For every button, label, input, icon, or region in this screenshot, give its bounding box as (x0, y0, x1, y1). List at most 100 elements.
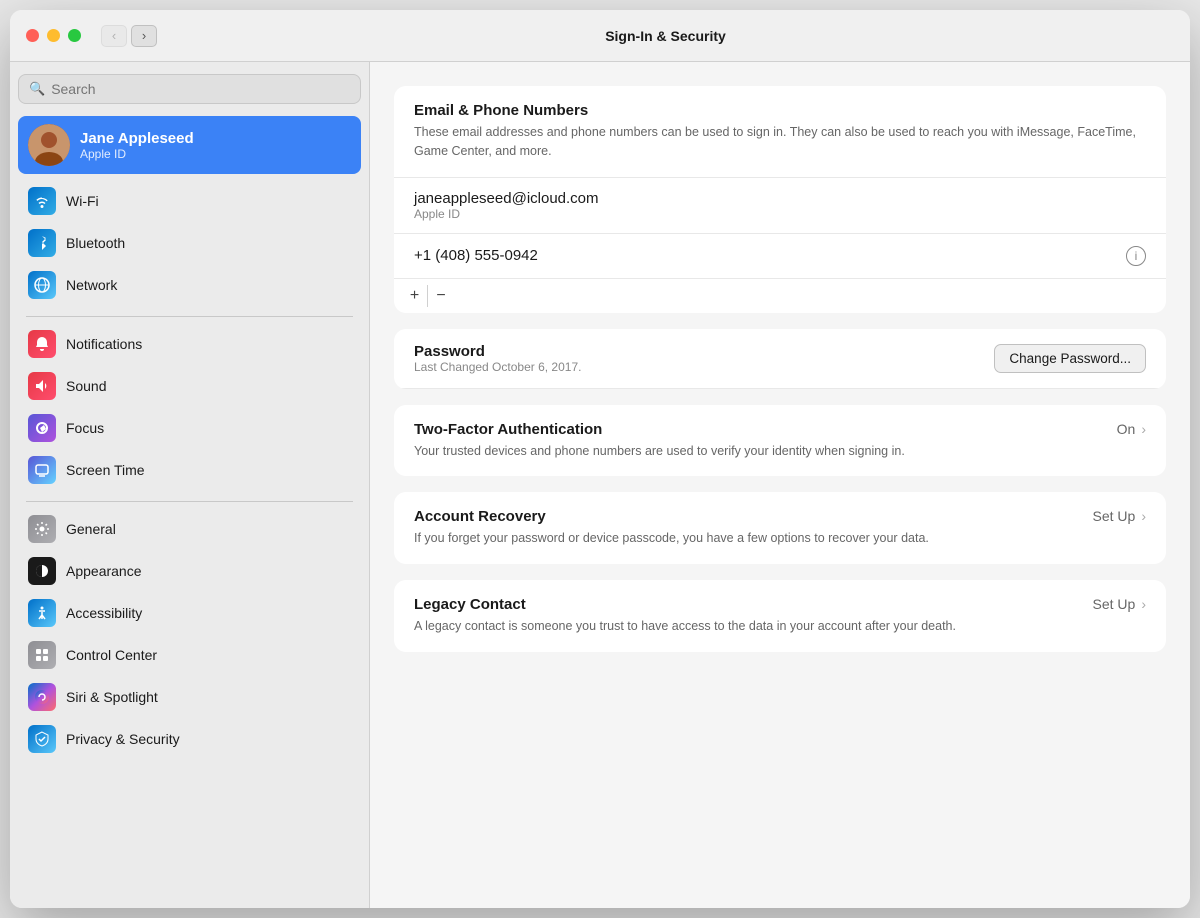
password-info: Password Last Changed October 6, 2017. (414, 343, 581, 374)
tfa-desc: Your trusted devices and phone numbers a… (414, 442, 905, 461)
legacy-title: Legacy Contact (414, 596, 956, 613)
phone-number: +1 (408) 555-0942 (414, 247, 538, 264)
chevron-right-icon: › (1141, 508, 1146, 524)
sidebar-item-label: Focus (66, 420, 104, 436)
controlcenter-icon (28, 641, 56, 669)
user-profile-item[interactable]: Jane Appleseed Apple ID (18, 116, 361, 174)
email-address: janeappleseed@icloud.com (414, 190, 1146, 207)
sidebar-section-notifications: Notifications Sound (18, 323, 361, 491)
titlebar: ‹ › Sign-In & Security (10, 10, 1190, 62)
password-row: Password Last Changed October 6, 2017. C… (394, 329, 1166, 389)
sidebar-item-general[interactable]: General (18, 508, 361, 550)
legacy-text: Legacy Contact A legacy contact is someo… (414, 596, 956, 636)
search-input[interactable] (51, 81, 350, 97)
legacy-row[interactable]: Legacy Contact A legacy contact is someo… (394, 580, 1166, 652)
recovery-setup-label: Set Up (1093, 508, 1136, 524)
add-button[interactable]: + (402, 285, 428, 307)
traffic-lights (26, 29, 81, 42)
sidebar-item-privacy[interactable]: Privacy & Security (18, 718, 361, 760)
email-phone-desc: These email addresses and phone numbers … (414, 123, 1146, 161)
tfa-card[interactable]: Two-Factor Authentication Your trusted d… (394, 405, 1166, 477)
appearance-icon (28, 557, 56, 585)
detail-panel: Email & Phone Numbers These email addres… (370, 62, 1190, 908)
sidebar-item-appearance[interactable]: Appearance (18, 550, 361, 592)
password-subtitle: Last Changed October 6, 2017. (414, 360, 581, 374)
sidebar-item-label: Appearance (66, 563, 142, 579)
user-name: Jane Appleseed (80, 130, 194, 147)
back-button[interactable]: ‹ (101, 25, 127, 47)
screentime-icon (28, 456, 56, 484)
chevron-right-icon: › (1141, 596, 1146, 612)
sidebar-divider (26, 316, 353, 317)
legacy-card[interactable]: Legacy Contact A legacy contact is someo… (394, 580, 1166, 652)
add-remove-row: + − (394, 279, 1166, 313)
privacy-icon (28, 725, 56, 753)
bluetooth-icon (28, 229, 56, 257)
sidebar-item-wifi[interactable]: Wi-Fi (18, 180, 361, 222)
info-icon[interactable]: i (1126, 246, 1146, 266)
tfa-row[interactable]: Two-Factor Authentication Your trusted d… (394, 405, 1166, 477)
siri-icon (28, 683, 56, 711)
recovery-text: Account Recovery If you forget your pass… (414, 508, 929, 548)
recovery-row[interactable]: Account Recovery If you forget your pass… (394, 492, 1166, 564)
recovery-desc: If you forget your password or device pa… (414, 529, 929, 548)
search-bar[interactable]: 🔍 (18, 74, 361, 104)
sound-icon (28, 372, 56, 400)
phone-row: +1 (408) 555-0942 i (394, 234, 1166, 279)
sidebar-item-siri[interactable]: Siri & Spotlight (18, 676, 361, 718)
sidebar-item-label: Wi-Fi (66, 193, 99, 209)
change-password-button[interactable]: Change Password... (994, 344, 1146, 373)
user-info: Jane Appleseed Apple ID (80, 130, 194, 161)
recovery-card[interactable]: Account Recovery If you forget your pass… (394, 492, 1166, 564)
email-entry: janeappleseed@icloud.com Apple ID (394, 178, 1166, 234)
sidebar-section-network: Wi-Fi Bluetooth (18, 180, 361, 306)
email-phone-card: Email & Phone Numbers These email addres… (394, 86, 1166, 313)
sidebar-item-label: Bluetooth (66, 235, 125, 251)
password-card: Password Last Changed October 6, 2017. C… (394, 329, 1166, 389)
focus-icon (28, 414, 56, 442)
main-content: 🔍 Jane Appleseed Apple ID (10, 62, 1190, 908)
tfa-title: Two-Factor Authentication (414, 421, 905, 438)
sidebar-item-bluetooth[interactable]: Bluetooth (18, 222, 361, 264)
network-icon (28, 271, 56, 299)
sidebar-item-label: Sound (66, 378, 106, 394)
legacy-action: Set Up › (1093, 596, 1146, 612)
sidebar-item-label: Screen Time (66, 462, 145, 478)
sidebar-item-accessibility[interactable]: Accessibility (18, 592, 361, 634)
email-phone-title: Email & Phone Numbers (414, 102, 1146, 119)
sidebar-item-label: General (66, 521, 116, 537)
accessibility-icon (28, 599, 56, 627)
general-icon (28, 515, 56, 543)
forward-button[interactable]: › (131, 25, 157, 47)
sidebar-item-network[interactable]: Network (18, 264, 361, 306)
sidebar-item-focus[interactable]: Focus (18, 407, 361, 449)
sidebar-divider-2 (26, 501, 353, 502)
settings-window: ‹ › Sign-In & Security 🔍 (10, 10, 1190, 908)
legacy-setup-label: Set Up (1093, 596, 1136, 612)
sidebar-item-label: Notifications (66, 336, 142, 352)
email-label: Apple ID (414, 207, 1146, 221)
window-title: Sign-In & Security (157, 28, 1174, 44)
search-icon: 🔍 (29, 81, 45, 97)
sidebar-section-general: General Appearance (18, 508, 361, 760)
sidebar-item-label: Privacy & Security (66, 731, 180, 747)
sidebar-item-label: Accessibility (66, 605, 142, 621)
remove-button[interactable]: − (428, 285, 454, 307)
nav-buttons: ‹ › (101, 25, 157, 47)
sidebar-item-sound[interactable]: Sound (18, 365, 361, 407)
notifications-icon (28, 330, 56, 358)
sidebar-item-screentime[interactable]: Screen Time (18, 449, 361, 491)
recovery-title: Account Recovery (414, 508, 929, 525)
password-title: Password (414, 343, 581, 360)
sidebar-item-label: Control Center (66, 647, 157, 663)
sidebar-item-controlcenter[interactable]: Control Center (18, 634, 361, 676)
close-button[interactable] (26, 29, 39, 42)
avatar (28, 124, 70, 166)
chevron-right-icon: › (1141, 421, 1146, 437)
sidebar-item-label: Siri & Spotlight (66, 689, 158, 705)
email-phone-header: Email & Phone Numbers These email addres… (394, 86, 1166, 178)
sidebar-item-notifications[interactable]: Notifications (18, 323, 361, 365)
maximize-button[interactable] (68, 29, 81, 42)
minimize-button[interactable] (47, 29, 60, 42)
recovery-action: Set Up › (1093, 508, 1146, 524)
